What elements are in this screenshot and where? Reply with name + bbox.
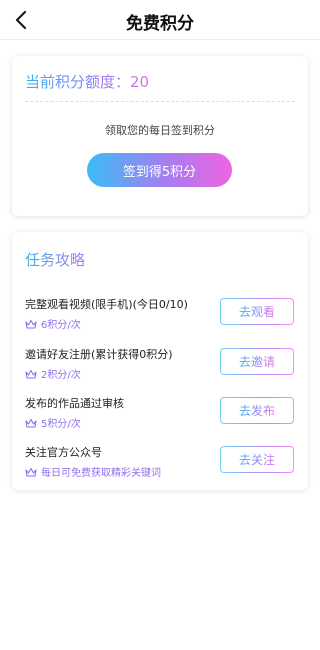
task-title: 完整观看视频(限手机)(今日0/10) bbox=[25, 298, 188, 311]
publish-work-button[interactable]: 去发布 bbox=[220, 397, 294, 424]
task-reward: 每日可免费获取精彩关键词 bbox=[25, 464, 161, 479]
task-title: 邀请好友注册(累计获得0积分) bbox=[25, 348, 173, 361]
task-reward-text: 6积分/次 bbox=[41, 320, 81, 331]
crown-icon bbox=[25, 369, 37, 379]
task-item-follow-account: 关注官方公众号 每日可免费获取精彩关键词 去关注 bbox=[12, 444, 308, 484]
dashed-divider bbox=[25, 101, 295, 102]
watch-video-button[interactable]: 去观看 bbox=[220, 298, 294, 325]
points-card: 当前积分额度：20 领取您的每日签到积分 签到得5积分 bbox=[12, 56, 308, 216]
task-button-label: 去邀请 bbox=[238, 355, 275, 369]
task-title: 关注官方公众号 bbox=[25, 446, 102, 459]
page-title: 免费积分 bbox=[126, 14, 194, 34]
task-item-publish-work: 发布的作品通过审核 5积分/次 去发布 bbox=[12, 395, 308, 435]
tasks-section-title: 任务攻略 bbox=[25, 251, 86, 269]
task-button-label: 去观看 bbox=[238, 305, 275, 319]
task-button-label: 去关注 bbox=[238, 453, 275, 467]
task-reward: 5积分/次 bbox=[25, 415, 81, 430]
follow-account-button[interactable]: 去关注 bbox=[220, 446, 294, 473]
sign-in-hint: 领取您的每日签到积分 bbox=[105, 124, 215, 137]
crown-icon bbox=[25, 319, 37, 329]
task-button-label: 去发布 bbox=[238, 404, 275, 418]
task-reward: 2积分/次 bbox=[25, 366, 81, 381]
daily-sign-in-button[interactable]: 签到得5积分 bbox=[87, 153, 232, 187]
task-reward: 6积分/次 bbox=[25, 316, 81, 331]
crown-icon bbox=[25, 467, 37, 477]
task-item-watch-video: 完整观看视频(限手机)(今日0/10) 6积分/次 去观看 bbox=[12, 296, 308, 336]
tasks-card: 任务攻略 完整观看视频(限手机)(今日0/10) 6积分/次 去观看 邀请好友注… bbox=[12, 232, 308, 490]
task-reward-text: 每日可免费获取精彩关键词 bbox=[41, 468, 161, 479]
top-bar: 免费积分 bbox=[0, 0, 320, 40]
invite-friends-button[interactable]: 去邀请 bbox=[220, 348, 294, 375]
current-points-quota: 当前积分额度：20 bbox=[25, 73, 150, 91]
crown-icon bbox=[25, 418, 37, 428]
task-reward-text: 2积分/次 bbox=[41, 370, 81, 381]
task-item-invite-friends: 邀请好友注册(累计获得0积分) 2积分/次 去邀请 bbox=[12, 346, 308, 386]
task-reward-text: 5积分/次 bbox=[41, 419, 81, 430]
task-title: 发布的作品通过审核 bbox=[25, 397, 124, 410]
